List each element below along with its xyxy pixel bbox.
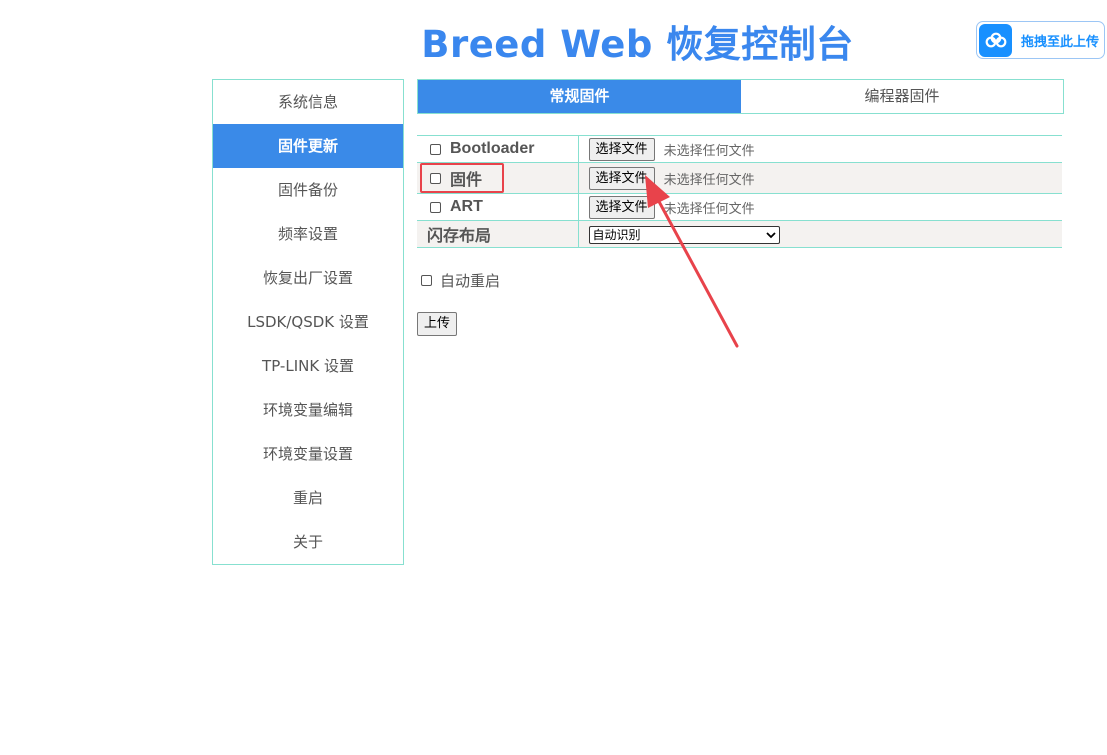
sidebar-item-reboot[interactable]: 重启 xyxy=(213,476,403,520)
drag-upload-label: 拖拽至此上传 xyxy=(1021,34,1100,50)
firmware-choose-file-button[interactable]: 选择文件 xyxy=(588,166,655,190)
tab-regular-firmware[interactable]: 常规固件 xyxy=(418,80,741,113)
art-choose-file-button[interactable]: 选择文件 xyxy=(588,195,655,219)
cloud-icon xyxy=(979,23,1012,57)
firmware-label: 固件 xyxy=(450,172,483,189)
upload-button[interactable]: 上传 xyxy=(417,312,458,336)
sidebar-item-tplink-settings[interactable]: TP-LINK 设置 xyxy=(213,344,403,388)
sidebar-nav: 系统信息 固件更新 固件备份 频率设置 恢复出厂设置 LSDK/QSDK 设置 … xyxy=(212,79,404,565)
auto-reboot-option[interactable]: 自动重启 xyxy=(421,270,500,291)
sidebar-item-firmware-backup[interactable]: 固件备份 xyxy=(213,168,403,212)
art-file-status: 未选择任何文件 xyxy=(663,201,755,217)
sidebar-item-lsdk-qsdk-settings[interactable]: LSDK/QSDK 设置 xyxy=(213,300,403,344)
flash-layout-select[interactable]: 自动识别 xyxy=(588,225,780,244)
sidebar-item-about[interactable]: 关于 xyxy=(213,520,403,564)
bootloader-checkbox[interactable] xyxy=(430,143,441,155)
art-checkbox[interactable] xyxy=(430,201,441,213)
sidebar-item-factory-reset[interactable]: 恢复出厂设置 xyxy=(213,256,403,300)
table-row: Bootloader 选择文件 未选择任何文件 xyxy=(417,135,1062,163)
sidebar-item-env-settings[interactable]: 环境变量设置 xyxy=(213,432,403,476)
flash-layout-value: 自动识别 xyxy=(592,228,641,243)
table-row: 固件 选择文件 未选择任何文件 xyxy=(417,162,1062,194)
firmware-highlight-box: 固件 xyxy=(420,163,505,193)
art-label: ART xyxy=(450,198,483,215)
table-row: 闪存布局 自动识别 xyxy=(417,220,1062,248)
sidebar-item-firmware-update[interactable]: 固件更新 xyxy=(213,124,403,168)
page-title: Breed Web 恢复控制台 xyxy=(421,23,854,66)
sidebar-item-env-edit[interactable]: 环境变量编辑 xyxy=(213,388,403,432)
firmware-table: Bootloader 选择文件 未选择任何文件 固件 选择文件 未选择任何文件 … xyxy=(417,135,1062,248)
sidebar-item-system-info[interactable]: 系统信息 xyxy=(213,80,403,124)
tab-programmer-firmware[interactable]: 编程器固件 xyxy=(741,80,1063,113)
auto-reboot-checkbox[interactable] xyxy=(421,275,432,286)
firmware-checkbox[interactable] xyxy=(430,172,441,184)
firmware-tabs: 常规固件 编程器固件 xyxy=(417,79,1064,114)
sidebar-item-frequency-settings[interactable]: 频率设置 xyxy=(213,212,403,256)
flash-layout-label: 闪存布局 xyxy=(427,228,492,245)
bootloader-file-status: 未选择任何文件 xyxy=(663,143,755,159)
chevron-down-icon xyxy=(765,232,776,239)
bootloader-label: Bootloader xyxy=(450,140,535,157)
auto-reboot-label: 自动重启 xyxy=(440,272,501,290)
drag-upload-button[interactable]: 拖拽至此上传 xyxy=(976,21,1105,59)
bootloader-choose-file-button[interactable]: 选择文件 xyxy=(588,137,655,161)
table-row: ART 选择文件 未选择任何文件 xyxy=(417,193,1062,221)
firmware-file-status: 未选择任何文件 xyxy=(663,172,755,188)
